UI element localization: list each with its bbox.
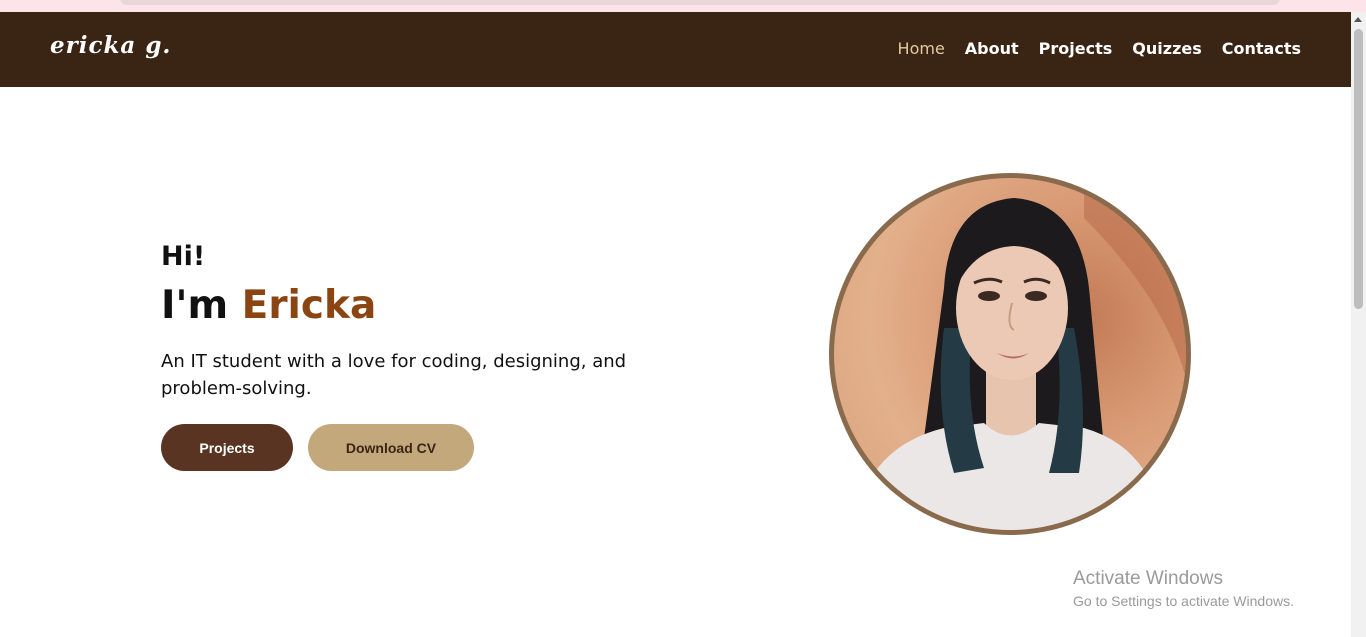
- hero-buttons: Projects Download CV: [161, 424, 681, 471]
- hero-tagline: An IT student with a love for coding, de…: [161, 351, 627, 399]
- nav-link-quizzes[interactable]: Quizzes: [1132, 39, 1201, 58]
- browser-tab-bar: [120, 0, 1280, 5]
- nav-link-home[interactable]: Home: [898, 39, 945, 58]
- navbar: ericka g. Home About Projects Quizzes Co…: [0, 12, 1351, 87]
- activate-windows-watermark: Activate Windows Go to Settings to activ…: [1073, 568, 1294, 612]
- browser-top-strip: [0, 0, 1366, 12]
- hero-intro-prefix: I'm: [161, 283, 229, 328]
- nav-link-contacts[interactable]: Contacts: [1222, 39, 1301, 58]
- profile-photo-frame: [829, 173, 1191, 535]
- hero-headline: I'm Ericka: [161, 280, 681, 332]
- watermark-subtitle: Go to Settings to activate Windows.: [1073, 593, 1294, 609]
- hero-section: Hi! I'm Ericka An IT student with a love…: [161, 238, 681, 471]
- page-scrollbar[interactable]: [1351, 12, 1366, 637]
- nav-links: Home About Projects Quizzes Contacts: [898, 39, 1301, 58]
- download-cv-button[interactable]: Download CV: [308, 424, 474, 471]
- profile-photo-illustration: [854, 178, 1186, 530]
- scroll-up-arrow-icon[interactable]: [1354, 17, 1362, 22]
- profile-photo: [834, 178, 1186, 530]
- nav-link-projects[interactable]: Projects: [1039, 39, 1113, 58]
- hero-greeting: Hi!: [161, 241, 206, 272]
- nav-link-about[interactable]: About: [965, 39, 1019, 58]
- projects-button[interactable]: Projects: [161, 424, 293, 471]
- watermark-title: Activate Windows: [1073, 568, 1223, 589]
- scrollbar-thumb[interactable]: [1354, 29, 1363, 309]
- hero-name: Ericka: [241, 283, 377, 328]
- site-logo[interactable]: ericka g.: [50, 32, 171, 59]
